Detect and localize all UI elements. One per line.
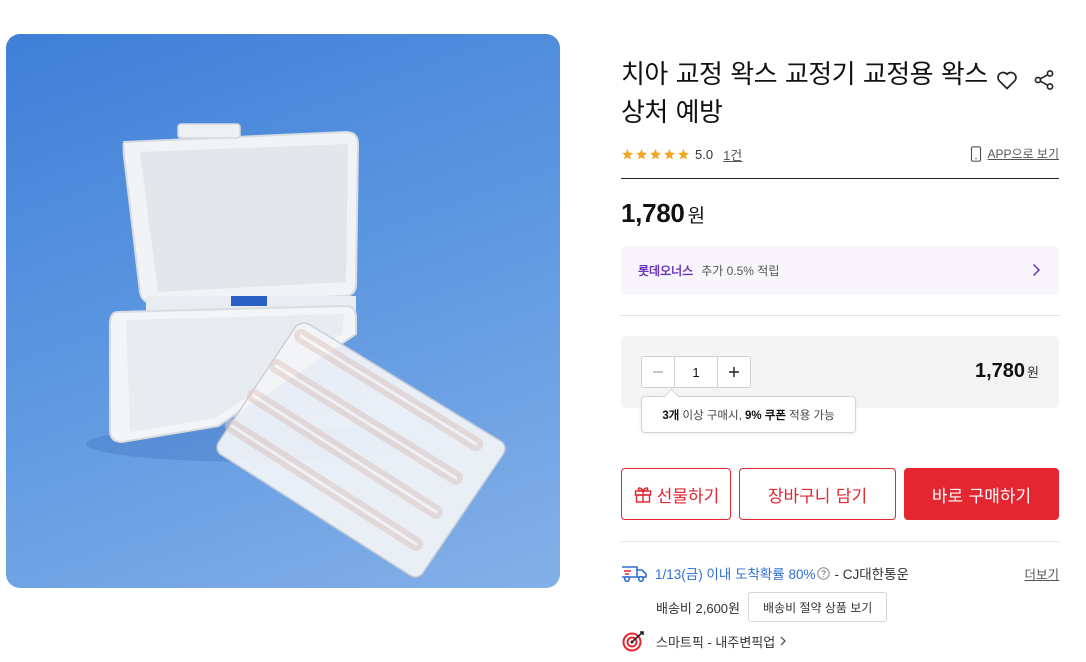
points-text: 추가 0.5% 적립 [701,264,780,278]
product-info-panel: 치아 교정 왁스 교정기 교정용 왁스 상처 예방 5.0 1건 APP으로 보… [621,0,1059,662]
action-buttons: 선물하기 장바구니 담기 바로 구매하기 [621,468,1059,520]
total-price: 1,780 [974,360,1026,382]
product-price: 1,780 원 [621,198,705,229]
points-banner[interactable]: 롯데오너스 추가 0.5% 적립 [621,246,1059,295]
divider [621,178,1059,179]
add-to-cart-button[interactable]: 장바구니 담기 [739,468,896,520]
coupon-word: 쿠폰 [761,409,786,422]
phone-icon [971,145,982,162]
truck-icon [622,566,647,583]
decrease-button[interactable] [642,357,674,387]
divider [621,315,1059,316]
heart-icon[interactable] [995,68,1019,92]
app-view-label: APP으로 보기 [987,147,1059,161]
coupon-tooltip: 3개 이상 구매시, 9% 쿠폰 적용 가능 [641,396,856,433]
gift-icon [634,487,651,503]
shipping-fee-row: 배송비 2,600원 배송비 절약 상품 보기 [656,592,888,622]
target-icon [622,631,644,652]
quantity-stepper [641,356,751,388]
total-unit: 원 [1027,365,1039,380]
buy-now-button[interactable]: 바로 구매하기 [904,468,1059,520]
star-icon [650,148,661,159]
app-view-link[interactable]: APP으로 보기 [970,145,1059,162]
quantity-input[interactable] [674,357,718,387]
delivery-carrier: - CJ대한통운 [834,567,909,582]
coupon-text-b: 적용 가능 [785,409,835,422]
plus-icon [729,367,739,377]
minus-icon [653,371,663,373]
delivery-more-link[interactable]: 더보기 [1024,564,1059,583]
delivery-estimate: 1/13(금) 이내 도착확률 80% [655,567,816,582]
delivery-row: 1/13(금) 이내 도착확률 80% - CJ대한통운 더보기 [621,562,1059,584]
coupon-text-a: 이상 구매시, [679,409,745,422]
star-rating [621,148,690,161]
star-icon [664,148,675,159]
coupon-qty: 3개 [662,409,680,422]
price-unit: 원 [687,206,706,227]
share-icon[interactable] [1032,68,1056,92]
shipping-fee: 배송비 2,600원 [656,600,740,616]
points-brand: 롯데오너스 [638,264,694,278]
gift-button[interactable]: 선물하기 [621,468,731,520]
star-icon [636,148,647,159]
price-value: 1,780 [621,198,685,228]
product-image [6,34,560,588]
help-icon[interactable] [817,566,831,580]
chevron-right-icon [780,636,787,646]
smart-pick-link[interactable]: 스마트픽 - 내주변픽업 [621,630,787,652]
divider [621,541,1059,542]
coupon-pct: 9% [744,409,762,422]
rating-row: 5.0 1건 APP으로 보기 [621,144,1059,164]
gift-label: 선물하기 [656,486,720,507]
shipping-save-button[interactable]: 배송비 절약 상품 보기 [747,592,888,622]
quantity-total: 1,780 원 [975,360,1039,383]
rating-score: 5.0 [695,146,714,162]
increase-button[interactable] [718,357,750,387]
chevron-right-icon [1032,263,1041,277]
product-title: 치아 교정 왁스 교정기 교정용 왁스 상처 예방 [621,60,988,128]
star-icon [622,148,633,159]
review-count-link[interactable]: 1건 [723,145,742,164]
smart-pick-label: 스마트픽 - 내주변픽업 [656,634,776,650]
star-icon [678,148,689,159]
